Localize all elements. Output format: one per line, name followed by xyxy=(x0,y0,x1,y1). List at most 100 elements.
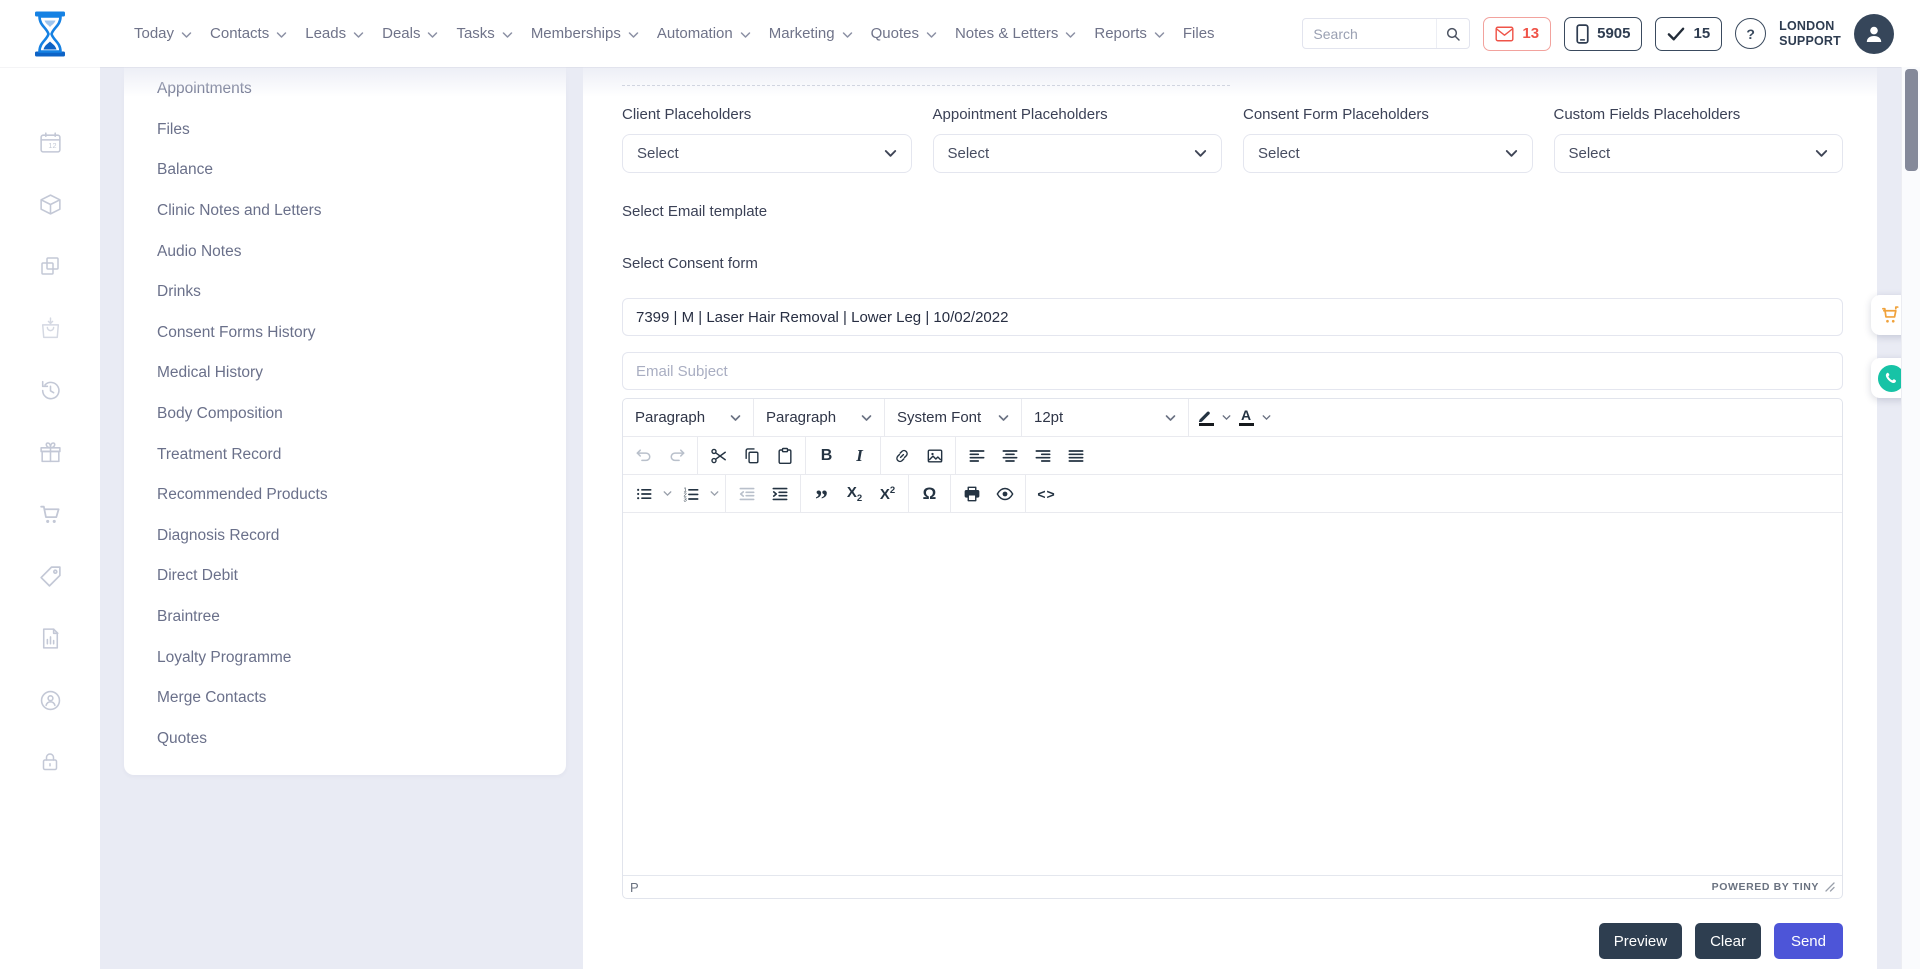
nav-item[interactable]: Quotes xyxy=(871,25,937,42)
chevron-down-icon xyxy=(181,31,192,39)
align-right-button[interactable] xyxy=(1026,441,1059,471)
search-input[interactable] xyxy=(1303,26,1436,42)
nav-item[interactable]: Notes & Letters xyxy=(955,25,1076,42)
mail-button[interactable]: 13 xyxy=(1483,17,1551,51)
block-format-select[interactable]: Paragraph xyxy=(627,409,749,426)
paragraph-format-select[interactable]: Paragraph xyxy=(758,409,880,426)
undo-button[interactable] xyxy=(627,441,660,471)
special-character-button[interactable]: Ω xyxy=(913,479,946,509)
sidebar-item[interactable]: Body Composition xyxy=(124,394,566,435)
numbered-list-chevron[interactable] xyxy=(707,479,721,509)
send-button[interactable]: Send xyxy=(1774,923,1843,959)
highlight-color-chevron[interactable] xyxy=(1219,403,1233,433)
italic-button[interactable]: I xyxy=(843,441,876,471)
purchase-bag-icon[interactable] xyxy=(37,315,63,341)
sidebar-item[interactable]: Drinks xyxy=(124,272,566,313)
page-scrollbar-thumb[interactable] xyxy=(1905,69,1918,171)
placeholder-select[interactable]: Select xyxy=(1554,134,1844,173)
phone-calls-button[interactable]: 5905 xyxy=(1564,17,1642,51)
products-cube-icon[interactable] xyxy=(37,191,63,217)
nav-item[interactable]: Leads xyxy=(305,25,364,42)
sidebar-item[interactable]: Recommended Products xyxy=(124,475,566,516)
clear-button[interactable]: Clear xyxy=(1695,923,1761,959)
chevron-down-icon xyxy=(730,414,741,422)
sidebar-item[interactable]: Treatment Record xyxy=(124,434,566,475)
superscript-button[interactable]: X2 xyxy=(871,479,904,509)
print-button[interactable] xyxy=(955,479,988,509)
avatar[interactable] xyxy=(1854,14,1894,54)
bullet-list-chevron[interactable] xyxy=(660,479,674,509)
help-button[interactable]: ? xyxy=(1735,18,1766,49)
client-card-sidebar: Appointments Files Balance Clinic Notes … xyxy=(124,67,566,775)
indent-button[interactable] xyxy=(763,479,796,509)
cut-button[interactable] xyxy=(702,441,735,471)
gift-icon[interactable] xyxy=(37,439,63,465)
nav-item[interactable]: Deals xyxy=(382,25,438,42)
tasks-done-button[interactable]: 15 xyxy=(1655,17,1722,51)
nav-item[interactable]: Today xyxy=(134,25,192,42)
source-code-button[interactable]: <> xyxy=(1030,479,1063,509)
nav-item[interactable]: Marketing xyxy=(769,25,853,42)
sidebar-item[interactable]: Direct Debit xyxy=(124,556,566,597)
highlight-color-button[interactable] xyxy=(1193,403,1219,433)
outdent-button[interactable] xyxy=(730,479,763,509)
sidebar-item[interactable]: Loyalty Programme xyxy=(124,637,566,678)
blockquote-button[interactable]: ” xyxy=(805,479,838,509)
user-sync-icon[interactable] xyxy=(37,687,63,713)
paste-button[interactable] xyxy=(768,441,801,471)
redo-button[interactable] xyxy=(660,441,693,471)
sidebar-item[interactable]: Medical History xyxy=(124,353,566,394)
align-left-button[interactable] xyxy=(960,441,993,471)
justify-button[interactable] xyxy=(1059,441,1092,471)
editor-statusbar: P POWERED BY TINY xyxy=(623,875,1842,898)
text-color-button[interactable]: A xyxy=(1233,403,1259,433)
bullet-list-button[interactable] xyxy=(627,479,660,509)
align-center-button[interactable] xyxy=(993,441,1026,471)
select-consent-form[interactable]: Select Consent form xyxy=(622,254,1843,274)
nav-item[interactable]: Contacts xyxy=(210,25,287,42)
sidebar-item[interactable]: Clinic Notes and Letters xyxy=(124,191,566,232)
lock-icon[interactable] xyxy=(37,749,63,775)
resize-grip[interactable] xyxy=(1825,882,1835,892)
sidebar-item[interactable]: Files xyxy=(124,110,566,151)
sidebar-item[interactable]: Diagnosis Record xyxy=(124,516,566,557)
nav-item[interactable]: Automation xyxy=(657,25,751,42)
copy-button[interactable] xyxy=(735,441,768,471)
sidebar-item[interactable]: Audio Notes xyxy=(124,231,566,272)
report-icon[interactable] xyxy=(37,625,63,651)
numbered-list-button[interactable]: 123 xyxy=(674,479,707,509)
font-family-select[interactable]: System Font xyxy=(889,409,1017,426)
search-icon[interactable] xyxy=(1436,19,1469,48)
app-logo-hourglass-icon[interactable] xyxy=(30,10,70,58)
preview-eye-button[interactable] xyxy=(988,479,1021,509)
select-email-template[interactable]: Select Email template xyxy=(622,202,1843,222)
preview-button[interactable]: Preview xyxy=(1599,923,1682,959)
placeholder-select[interactable]: Select xyxy=(933,134,1223,173)
subscript-button[interactable]: X2 xyxy=(838,479,871,509)
price-tag-icon[interactable] xyxy=(37,563,63,589)
cart-icon[interactable] xyxy=(37,501,63,527)
editor-body[interactable] xyxy=(623,513,1842,875)
sidebar-item[interactable]: Balance xyxy=(124,150,566,191)
sidebar-item[interactable]: Quotes xyxy=(124,719,566,760)
text-color-chevron[interactable] xyxy=(1259,403,1273,433)
sidebar-item[interactable]: Merge Contacts xyxy=(124,678,566,719)
placeholder-select[interactable]: Select xyxy=(622,134,912,173)
appointment-reference-input[interactable] xyxy=(622,298,1843,336)
bold-button[interactable]: B xyxy=(810,441,843,471)
sidebar-item[interactable]: Consent Forms History xyxy=(124,313,566,354)
font-size-select[interactable]: 12pt xyxy=(1026,409,1184,426)
placeholder-select[interactable]: Select xyxy=(1243,134,1533,173)
email-subject-input[interactable] xyxy=(622,352,1843,390)
sidebar-item[interactable]: Appointments xyxy=(124,69,566,110)
calendar-icon[interactable]: 12 xyxy=(37,129,63,155)
nav-item[interactable]: Reports xyxy=(1094,25,1165,42)
sidebar-item[interactable]: Braintree xyxy=(124,597,566,638)
nav-item[interactable]: Files xyxy=(1183,25,1215,42)
history-icon[interactable] xyxy=(37,377,63,403)
insert-image-button[interactable] xyxy=(918,441,951,471)
duplicate-icon[interactable] xyxy=(37,253,63,279)
link-button[interactable] xyxy=(885,441,918,471)
nav-item[interactable]: Tasks xyxy=(456,25,512,42)
nav-item[interactable]: Memberships xyxy=(531,25,639,42)
